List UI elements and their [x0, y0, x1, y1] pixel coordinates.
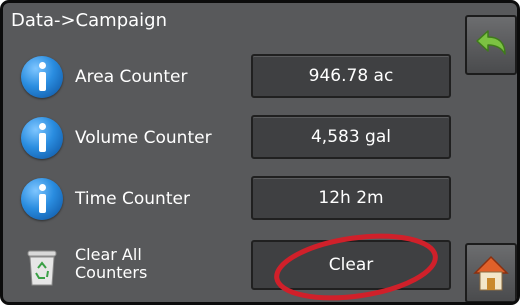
- info-icon[interactable]: [21, 178, 63, 220]
- clear-all-label-line2: Counters: [75, 263, 148, 282]
- back-button[interactable]: [465, 15, 517, 75]
- clear-button[interactable]: Clear: [251, 240, 451, 290]
- home-icon: [473, 255, 509, 291]
- time-counter-value: 12h 2m: [251, 176, 451, 220]
- volume-counter-label: Volume Counter: [75, 128, 212, 148]
- clear-all-counters-label: Clear All Counters: [75, 246, 195, 282]
- recycle-bin-icon: [27, 250, 57, 286]
- clear-all-label-line1: Clear All: [75, 245, 142, 264]
- time-counter-label: Time Counter: [75, 189, 190, 209]
- area-counter-value: 946.78 ac: [251, 54, 451, 98]
- info-icon[interactable]: [21, 117, 63, 159]
- area-counter-label: Area Counter: [75, 67, 188, 87]
- volume-counter-value: 4,583 gal: [251, 115, 451, 159]
- back-arrow-icon: [476, 30, 506, 55]
- info-icon[interactable]: [21, 56, 63, 98]
- campaign-screen: Data->Campaign Area Counter 946.78 ac Vo…: [0, 0, 520, 305]
- home-button[interactable]: [465, 243, 517, 302]
- breadcrumb: Data->Campaign: [11, 10, 167, 31]
